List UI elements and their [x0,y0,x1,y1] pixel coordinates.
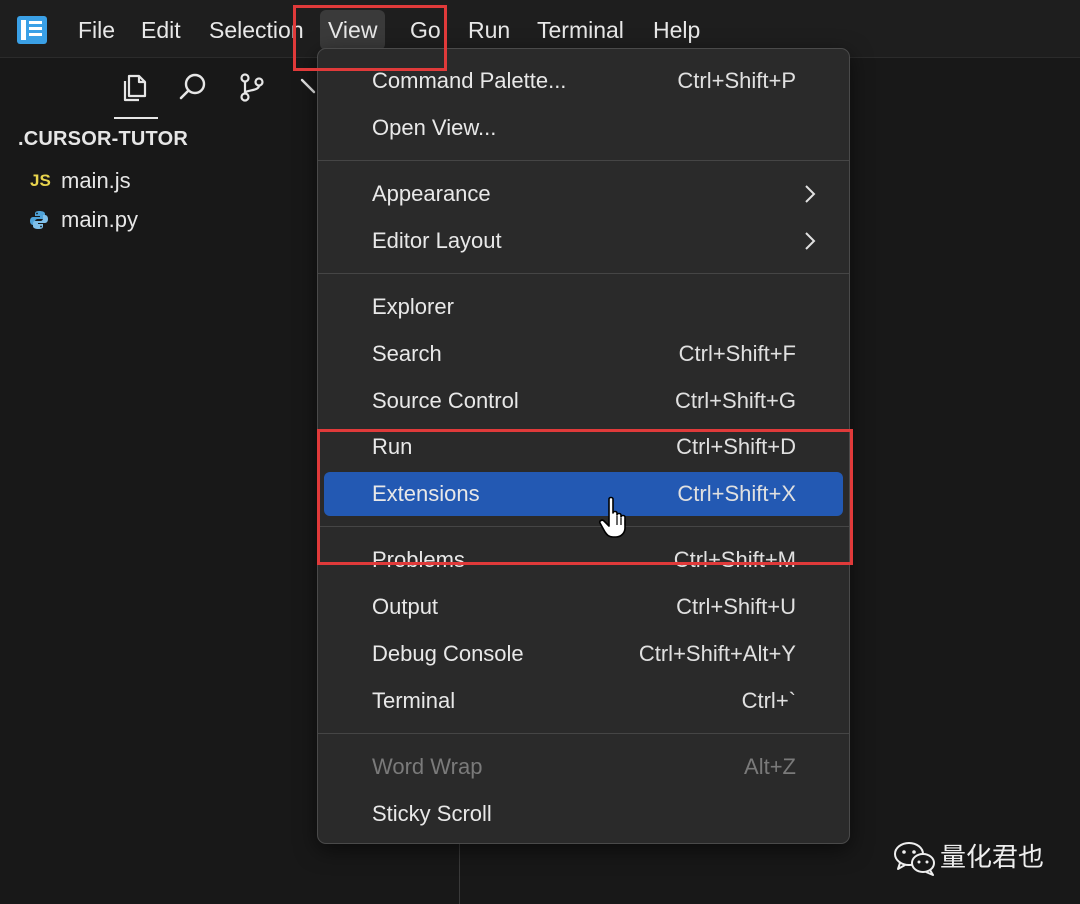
menu-edit[interactable]: Edit [133,10,189,50]
menu-item-terminal[interactable]: Terminal Ctrl+` [324,679,843,723]
menu-separator [318,733,849,734]
menu-item-label: Problems [372,547,465,572]
menu-item-search[interactable]: Search Ctrl+Shift+F [324,332,843,376]
menu-separator [318,160,849,161]
menu-item-command-palette[interactable]: Command Palette... Ctrl+Shift+P [324,59,843,103]
menu-item-appearance[interactable]: Appearance [324,172,843,216]
explorer-title: .CURSOR-TUTOR [18,128,189,150]
chevron-right-icon [805,232,816,250]
app-window: File Edit Selection View Go Run Terminal… [0,0,1080,904]
menu-item-label: Extensions [372,481,480,506]
menu-item-debug-console[interactable]: Debug Console Ctrl+Shift+Alt+Y [324,632,843,676]
menu-item-extensions[interactable]: Extensions Ctrl+Shift+X [324,472,843,516]
menu-item-label: Editor Layout [372,228,502,253]
javascript-file-icon: JS [30,171,51,190]
menu-item-label: Run [372,434,413,459]
menu-item-label: Terminal [372,688,456,713]
menu-item-label: Command Palette... [372,68,567,93]
app-logo-icon [17,16,47,44]
source-control-icon[interactable] [235,70,269,104]
menu-run[interactable]: Run [460,10,518,50]
file-item-main-py[interactable]: main.py [0,201,300,239]
menu-item-open-view[interactable]: Open View... [324,106,843,150]
menu-item-explorer[interactable]: Explorer [324,285,843,329]
menu-item-label: Search [372,341,442,366]
menu-item-editor-layout[interactable]: Editor Layout [324,219,843,263]
menu-item-label: Output [372,594,439,619]
watermark-text: 量化君也 [940,843,1045,873]
menu-item-source-control[interactable]: Source Control Ctrl+Shift+G [324,379,843,423]
menu-item-shortcut: Ctrl+Shift+F [678,341,796,366]
menu-item-word-wrap: Word Wrap Alt+Z [324,745,843,789]
view-menu-dropdown: Command Palette... Ctrl+Shift+P Open Vie… [317,48,850,844]
menu-item-problems[interactable]: Problems Ctrl+Shift+M [324,538,843,582]
menu-item-label: Word Wrap [372,754,483,779]
file-name: main.js [61,168,131,193]
file-item-main-js[interactable]: JS main.js [0,162,300,200]
active-view-indicator [114,117,158,119]
file-name: main.py [61,207,139,232]
files-icon[interactable] [118,70,152,104]
menu-go[interactable]: Go [402,10,449,50]
menu-file[interactable]: File [70,10,123,50]
menu-item-shortcut: Ctrl+Shift+G [674,388,796,413]
menu-item-shortcut: Ctrl+Shift+Alt+Y [638,641,796,666]
menu-separator [318,273,849,274]
menu-item-label: Open View... [372,115,497,140]
search-icon[interactable] [176,70,210,104]
menu-item-shortcut: Ctrl+Shift+P [677,68,796,93]
menu-item-shortcut: Ctrl+` [741,688,796,713]
menu-item-sticky-scroll[interactable]: Sticky Scroll [324,792,843,836]
menu-item-label: Debug Console [372,641,524,666]
menu-item-run[interactable]: Run Ctrl+Shift+D [324,425,843,469]
python-file-icon [30,211,48,229]
menu-terminal[interactable]: Terminal [529,10,632,50]
menu-item-label: Source Control [372,388,519,413]
menu-view[interactable]: View [320,10,386,50]
menu-item-shortcut: Alt+Z [744,754,796,779]
editor-divider [459,840,460,904]
menu-item-label: Appearance [372,181,491,206]
menu-selection[interactable]: Selection [201,10,312,50]
menu-item-shortcut: Ctrl+Shift+M [673,547,796,572]
hand-pointer-icon [599,496,626,538]
chevron-right-icon [805,185,816,203]
menu-item-shortcut: Ctrl+Shift+X [677,481,796,506]
menu-help[interactable]: Help [645,10,708,50]
wechat-icon [894,842,935,876]
menu-item-shortcut: Ctrl+Shift+D [676,434,796,459]
menu-item-output[interactable]: Output Ctrl+Shift+U [324,585,843,629]
menu-item-shortcut: Ctrl+Shift+U [676,594,796,619]
menu-item-label: Sticky Scroll [372,801,492,826]
menu-separator [318,526,849,527]
menu-item-label: Explorer [372,294,454,319]
